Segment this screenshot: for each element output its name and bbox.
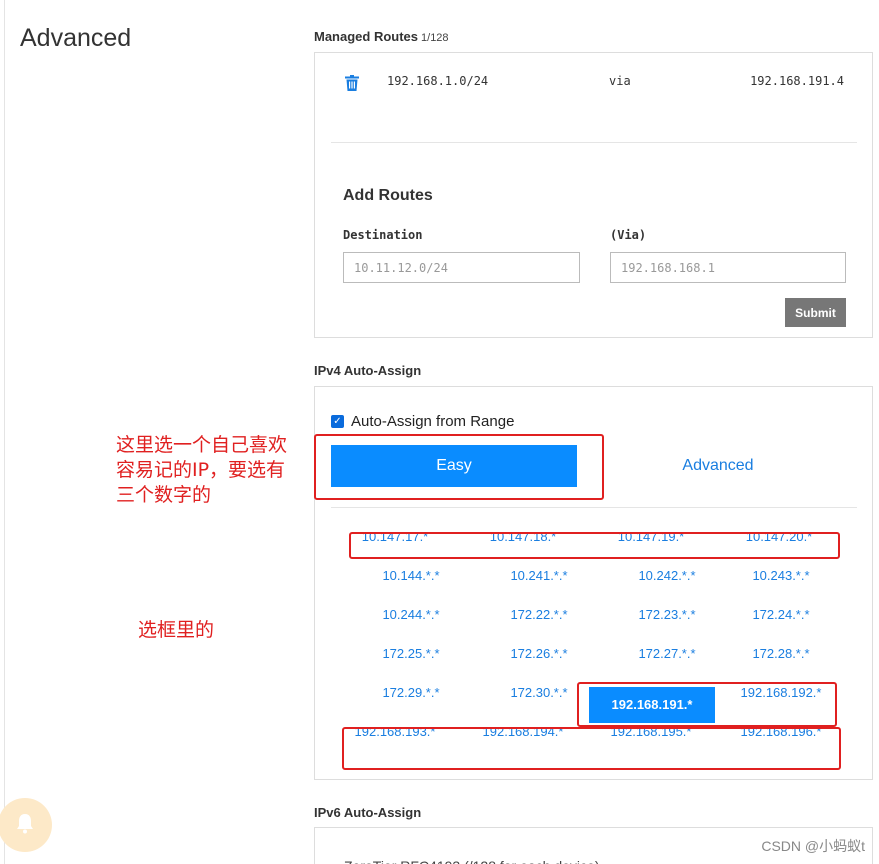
managed-routes-heading: Managed Routes 1/128 — [314, 29, 449, 44]
via-label: (Via) — [610, 228, 647, 242]
notification-button[interactable] — [0, 798, 52, 852]
ip-range-option[interactable]: 192.168.195.* — [587, 712, 715, 751]
ip-range-grid: 10.147.17.* 10.147.18.* 10.147.19.* 10.1… — [331, 517, 843, 757]
add-routes-title: Add Routes — [343, 187, 433, 204]
ipv6-option-label: ZeroTier RFC4193 (/128 for each device) — [344, 858, 644, 864]
tab-easy[interactable]: Easy — [331, 445, 577, 487]
route-destination: 192.168.1.0/24 — [387, 74, 489, 88]
destination-input[interactable] — [343, 252, 580, 283]
ip-range-option[interactable]: 172.26.*.* — [475, 634, 603, 673]
annotation-note-line: 这里选一个自己喜欢 — [116, 434, 288, 456]
ip-range-option[interactable]: 10.243.*.* — [717, 556, 845, 595]
route-row: 192.168.1.0/24 via 192.168.191.4 — [315, 53, 872, 113]
ip-range-option[interactable]: 10.147.19.* — [587, 517, 715, 556]
route-gateway: 192.168.191.4 — [750, 74, 844, 88]
ip-range-option[interactable]: 172.24.*.* — [717, 595, 845, 634]
ip-range-option[interactable]: 192.168.193.* — [331, 712, 459, 751]
ip-range-option[interactable]: 10.244.*.* — [347, 595, 475, 634]
auto-assign-checkbox[interactable]: ✓ — [331, 415, 344, 428]
ip-range-option[interactable]: 172.23.*.* — [603, 595, 731, 634]
trash-icon[interactable] — [345, 75, 359, 91]
ip-range-option[interactable]: 172.30.*.* — [475, 673, 603, 712]
ip-range-option[interactable]: 192.168.192.* — [717, 673, 845, 712]
ipv6-heading: IPv6 Auto-Assign — [314, 805, 422, 820]
frame-border — [4, 0, 5, 864]
via-input[interactable] — [610, 252, 846, 283]
ip-range-option[interactable]: 172.22.*.* — [475, 595, 603, 634]
routes-count: 1/128 — [421, 32, 449, 44]
ip-range-option[interactable]: 10.147.20.* — [715, 517, 843, 556]
route-via-label: via — [609, 74, 631, 88]
ip-range-option[interactable]: 172.28.*.* — [717, 634, 845, 673]
annotation-note-box: 选框里的 — [138, 619, 215, 641]
ip-range-option[interactable]: 192.168.194.* — [459, 712, 587, 751]
auto-assign-label[interactable]: Auto-Assign from Range — [351, 413, 514, 430]
destination-label: Destination — [343, 228, 423, 242]
ipv4-heading: IPv4 Auto-Assign — [314, 363, 422, 378]
ipv4-panel: ✓ Auto-Assign from Range Easy Advanced 1… — [314, 386, 873, 780]
tab-advanced[interactable]: Advanced — [595, 445, 841, 487]
ip-range-option[interactable]: 192.168.196.* — [717, 712, 845, 751]
annotation-note-line: 三个数字的 — [116, 484, 212, 506]
annotation-note: 这里选一个自己喜欢 容易记的IP，要选有 三个数字的 — [116, 433, 287, 508]
ip-range-option[interactable]: 172.25.*.* — [347, 634, 475, 673]
divider — [331, 142, 857, 143]
ip-range-option[interactable]: 10.147.18.* — [459, 517, 587, 556]
ip-range-option[interactable]: 172.27.*.* — [603, 634, 731, 673]
managed-routes-label: Managed Routes — [314, 29, 419, 44]
ip-range-option[interactable]: 10.242.*.* — [603, 556, 731, 595]
ip-range-option[interactable]: 10.144.*.* — [347, 556, 475, 595]
watermark: CSDN @小蚂蚁t — [761, 838, 865, 854]
ip-range-option[interactable]: 10.241.*.* — [475, 556, 603, 595]
ip-range-option[interactable]: 172.29.*.* — [347, 673, 475, 712]
managed-routes-panel: 192.168.1.0/24 via 192.168.191.4 Add Rou… — [314, 52, 873, 338]
ip-range-option[interactable]: 10.147.17.* — [331, 517, 459, 556]
divider — [331, 507, 857, 508]
submit-button[interactable]: Submit — [785, 298, 846, 327]
page-title: Advanced — [20, 24, 132, 52]
annotation-note-line: 容易记的IP，要选有 — [116, 459, 286, 481]
bell-icon — [15, 812, 35, 839]
